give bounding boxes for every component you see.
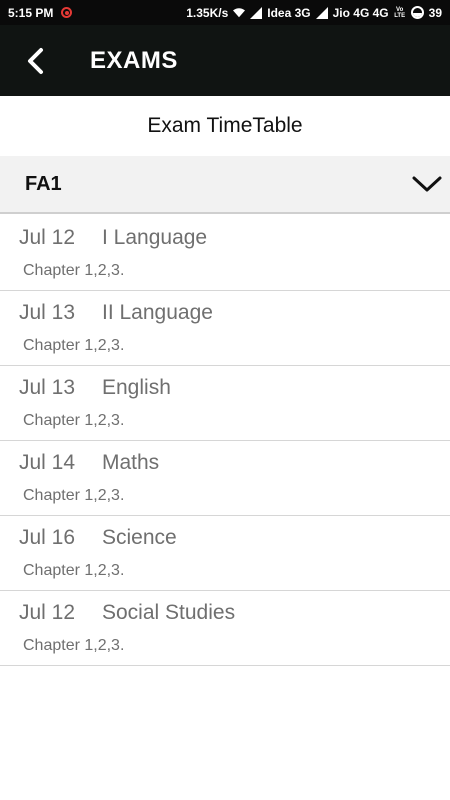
exam-subject: I Language: [102, 226, 208, 249]
carrier-sim2: Jio 4G 4G: [332, 5, 389, 20]
exam-syllabus: Chapter 1,2,3.: [23, 487, 125, 504]
exam-subject: Science: [102, 526, 177, 549]
exam-syllabus: Chapter 1,2,3.: [23, 262, 125, 279]
list-item[interactable]: Jul 12 I Language Chapter 1,2,3.: [0, 216, 450, 291]
exam-date: Jul 12: [19, 226, 76, 249]
list-item[interactable]: Jul 16 Science Chapter 1,2,3.: [0, 516, 450, 591]
exam-date: Jul 14: [19, 451, 76, 474]
section-header-fa1[interactable]: FA1: [0, 156, 450, 214]
exam-date: Jul 13: [19, 376, 76, 399]
wifi-icon: [233, 7, 246, 17]
exam-subject: Social Studies: [102, 601, 236, 624]
chevron-down-glyph: [412, 176, 442, 192]
volte-line2: LTE: [394, 12, 406, 19]
exam-subject: English: [102, 376, 171, 399]
exam-syllabus: Chapter 1,2,3.: [23, 412, 125, 429]
network-speed: 1.35K/s: [186, 5, 229, 20]
exam-timetable-heading: Exam TimeTable: [147, 114, 303, 137]
page-title: EXAMS: [90, 46, 178, 74]
status-time: 5:15 PM: [8, 5, 54, 20]
list-item[interactable]: Jul 13 II Language Chapter 1,2,3.: [0, 291, 450, 366]
exam-date: Jul 16: [19, 526, 76, 549]
exam-subject: II Language: [102, 301, 213, 324]
list-item[interactable]: Jul 12 Social Studies Chapter 1,2,3.: [0, 591, 450, 666]
section-title: FA1: [25, 172, 62, 195]
volte-indicator: Vo LTE: [394, 7, 406, 19]
exam-date: Jul 12: [19, 601, 76, 624]
exam-list: Jul 12 I Language Chapter 1,2,3. Jul 13 …: [0, 216, 450, 666]
exam-syllabus: Chapter 1,2,3.: [23, 337, 125, 354]
exam-syllabus: Chapter 1,2,3.: [23, 562, 125, 579]
screen-record-icon: [61, 7, 73, 18]
battery-level: 39: [428, 5, 442, 20]
app-bar: EXAMS: [0, 25, 450, 96]
exam-subject: Maths: [102, 451, 160, 474]
back-button[interactable]: [0, 25, 70, 96]
battery-icon: [410, 6, 424, 19]
status-bar: 5:15 PM 1.35K/s Idea 3G Jio 4G 4G Vo LTE…: [0, 0, 450, 25]
signal-icon-sim2: [315, 6, 328, 19]
carrier-sim1: Idea 3G: [267, 5, 311, 20]
list-item[interactable]: Jul 13 English Chapter 1,2,3.: [0, 366, 450, 441]
exam-date: Jul 13: [19, 301, 76, 324]
back-arrow-icon: [28, 47, 43, 74]
list-item[interactable]: Jul 14 Maths Chapter 1,2,3.: [0, 441, 450, 516]
signal-icon-sim1: [250, 6, 263, 19]
exam-syllabus: Chapter 1,2,3.: [23, 637, 125, 654]
chevron-down-icon[interactable]: [410, 167, 444, 201]
